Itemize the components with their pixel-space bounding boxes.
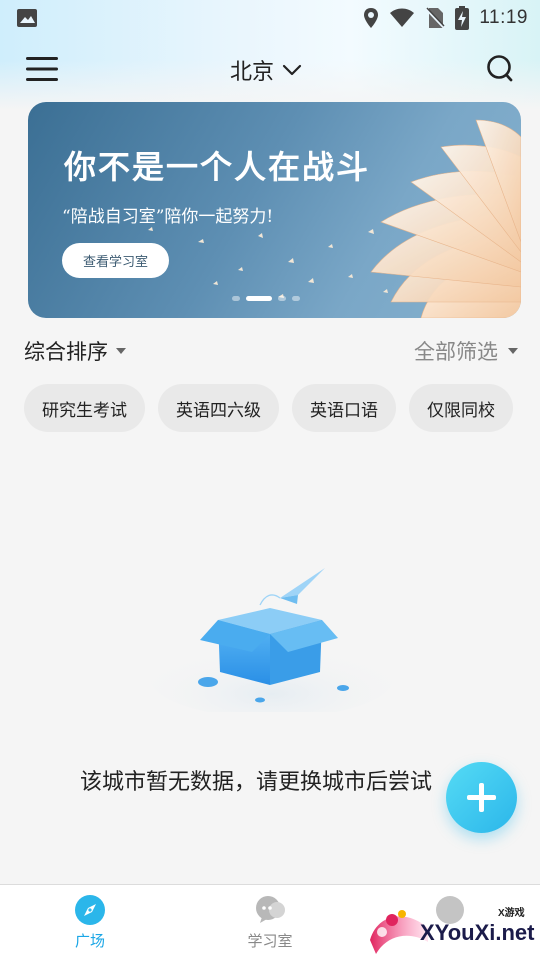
battery-charging-icon	[455, 6, 470, 30]
chevron-down-icon	[282, 64, 302, 76]
status-bar: 11:19	[0, 0, 540, 36]
banner-subtitle: “陪战自习室”陪你一起努力!	[62, 207, 274, 227]
compass-icon	[75, 895, 105, 925]
search-button[interactable]	[486, 54, 514, 84]
xyouxi-watermark-logo: X游戏 XYouXi.net	[370, 906, 535, 954]
chip-cet[interactable]: 英语四六级	[158, 384, 279, 432]
promo-banner[interactable]: 你不是一个人在战斗 “陪战自习室”陪你一起努力! 查看学习室	[28, 102, 521, 318]
sort-dropdown[interactable]: 综合排序	[24, 336, 126, 366]
search-icon	[487, 55, 513, 82]
banner-title: 你不是一个人在战斗	[64, 148, 371, 186]
carousel-indicator	[232, 296, 300, 301]
add-button[interactable]	[446, 762, 517, 833]
chip-graduate-exam[interactable]: 研究生考试	[24, 384, 145, 432]
no-sim-icon	[425, 7, 446, 29]
svg-text:XYouXi.net: XYouXi.net	[420, 920, 535, 945]
app-bar: 北京	[0, 46, 540, 92]
hamburger-icon	[26, 57, 58, 81]
carousel-dot	[278, 296, 286, 301]
category-chips: 研究生考试 英语四六级 英语口语 仅限同校	[24, 384, 513, 432]
chat-bubbles-icon	[256, 896, 285, 923]
empty-box-illustration	[150, 568, 394, 712]
caret-down-icon	[116, 348, 126, 354]
svg-text:X游戏: X游戏	[498, 906, 525, 919]
tab-plaza-label: 广场	[74, 932, 105, 950]
caret-down-icon	[508, 348, 518, 354]
view-study-room-button[interactable]: 查看学习室	[62, 243, 169, 278]
chip-same-school[interactable]: 仅限同校	[409, 384, 513, 432]
tab-study-room-label: 学习室	[247, 932, 293, 950]
tab-plaza[interactable]: 广场	[30, 895, 150, 951]
carousel-dot	[292, 296, 300, 301]
sort-label: 综合排序	[24, 340, 108, 364]
image-notification-icon	[17, 9, 37, 27]
carousel-dot	[232, 296, 240, 301]
filter-dropdown[interactable]: 全部筛选	[414, 336, 518, 366]
sort-filter-row: 综合排序 全部筛选	[24, 336, 518, 368]
menu-button[interactable]	[26, 56, 58, 82]
filter-label: 全部筛选	[414, 340, 498, 364]
clock: 11:19	[479, 7, 528, 28]
tab-study-room[interactable]: 学习室	[210, 895, 330, 951]
empty-state-message: 该城市暂无数据，请更换城市后尝试	[80, 770, 433, 795]
wifi-icon	[390, 8, 415, 27]
city-selector[interactable]: 北京	[230, 54, 302, 86]
city-label: 北京	[230, 60, 275, 85]
carousel-dot-active	[246, 296, 272, 301]
location-icon	[364, 8, 379, 28]
chip-oral-english[interactable]: 英语口语	[292, 384, 396, 432]
